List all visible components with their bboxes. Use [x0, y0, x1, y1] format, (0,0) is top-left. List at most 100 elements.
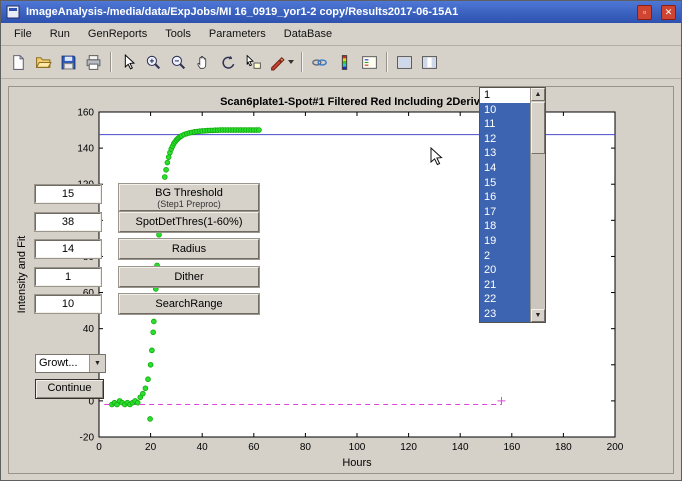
listbox-item-11[interactable]: 11	[480, 117, 530, 132]
window-icon	[6, 5, 20, 19]
svg-text:80: 80	[300, 442, 312, 453]
brush-icon	[269, 54, 286, 71]
svg-text:140: 140	[452, 442, 469, 453]
open-folder-icon	[35, 54, 52, 71]
svg-text:140: 140	[77, 144, 94, 155]
save-figure-button[interactable]	[56, 50, 81, 75]
listbox-item-1[interactable]: 1	[480, 88, 530, 103]
scrollbar-thumb[interactable]	[531, 102, 545, 154]
svg-text:0: 0	[96, 442, 102, 453]
print-figure-button[interactable]	[81, 50, 106, 75]
pointer-arrow-icon	[120, 54, 137, 71]
listbox-item-10[interactable]: 10	[480, 103, 530, 118]
zoom-in-icon	[145, 54, 162, 71]
listbox-item-14[interactable]: 14	[480, 161, 530, 176]
new-figure-button[interactable]	[6, 50, 31, 75]
svg-text:Hours: Hours	[342, 457, 372, 469]
title-bar[interactable]: ImageAnalysis-/media/data/ExpJobs/MI 16_…	[1, 1, 681, 23]
svg-text:Scan6plate1-Spot#1 Filtered Re: Scan6plate1-Spot#1 Filtered Red Includin…	[220, 96, 494, 108]
mouse-cursor	[430, 147, 444, 167]
listbox-item-18[interactable]: 18	[480, 219, 530, 234]
listbox-item-2[interactable]: 2	[480, 249, 530, 264]
continue-button[interactable]: Continue	[35, 379, 104, 399]
show-plot-tools-icon	[421, 54, 438, 71]
brush-dropdown-caret[interactable]	[288, 60, 294, 64]
spot-number-listbox[interactable]: 110111213141516171819220212223 ▲ ▼	[479, 87, 546, 323]
toolbar	[1, 46, 681, 79]
listbox-item-22[interactable]: 22	[480, 292, 530, 307]
listbox-item-17[interactable]: 17	[480, 205, 530, 220]
radius-button[interactable]: Radius	[119, 239, 259, 259]
menu-bar: FileRunGenReportsToolsParametersDataBase	[1, 23, 681, 46]
brush-data-button[interactable]	[266, 50, 297, 75]
hide-plot-tools-icon	[396, 54, 413, 71]
colorbar-icon	[336, 54, 353, 71]
hide-plot-tools-button[interactable]	[392, 50, 417, 75]
svg-text:20: 20	[145, 442, 157, 453]
menu-run[interactable]: Run	[41, 24, 79, 44]
insert-legend-button[interactable]	[357, 50, 382, 75]
rotate-3d-icon	[220, 54, 237, 71]
toolbar-separator	[110, 52, 112, 72]
menu-tools[interactable]: Tools	[156, 24, 200, 44]
svg-text:-20: -20	[80, 433, 95, 444]
listbox-item-16[interactable]: 16	[480, 190, 530, 205]
zoom-in-button[interactable]	[141, 50, 166, 75]
new-figure-icon	[10, 54, 27, 71]
scroll-down-button[interactable]: ▼	[531, 309, 545, 322]
pan-button[interactable]	[191, 50, 216, 75]
insert-colorbar-button[interactable]	[332, 50, 357, 75]
search-range-button[interactable]: SearchRange	[119, 294, 259, 314]
listbox-items: 110111213141516171819220212223	[480, 88, 530, 322]
printer-icon	[85, 54, 102, 71]
svg-text:160: 160	[503, 442, 520, 453]
spot-det-thres-field[interactable]: 38	[35, 213, 101, 231]
bg-threshold-button[interactable]: BG Threshold(Step1 Preproc)	[119, 184, 259, 211]
data-cursor-icon	[245, 54, 262, 71]
menu-database[interactable]: DataBase	[275, 24, 341, 44]
toolbar-separator	[386, 52, 388, 72]
svg-text:40: 40	[197, 442, 209, 453]
dither-button[interactable]: Dither	[119, 267, 259, 287]
menu-genreports[interactable]: GenReports	[79, 24, 156, 44]
plot-canvas[interactable]: 020406080100120140160180200-200204060801…	[9, 87, 673, 473]
close-button[interactable]: ✕	[661, 5, 676, 20]
listbox-scrollbar[interactable]: ▲ ▼	[530, 88, 545, 322]
listbox-item-23[interactable]: 23	[480, 307, 530, 322]
dither-field[interactable]: 1	[35, 268, 101, 286]
edit-plot-button[interactable]	[116, 50, 141, 75]
listbox-item-21[interactable]: 21	[480, 278, 530, 293]
show-plot-tools-button[interactable]	[417, 50, 442, 75]
data-cursor-button[interactable]	[241, 50, 266, 75]
zoom-out-button[interactable]	[166, 50, 191, 75]
svg-text:180: 180	[555, 442, 572, 453]
listbox-item-12[interactable]: 12	[480, 132, 530, 147]
menu-parameters[interactable]: Parameters	[200, 24, 275, 44]
listbox-item-15[interactable]: 15	[480, 176, 530, 191]
spot-det-thres-button[interactable]: SpotDetThres(1-60%)	[119, 212, 259, 232]
open-file-button[interactable]	[31, 50, 56, 75]
pan-hand-icon	[195, 54, 212, 71]
toolbar-separator	[301, 52, 303, 72]
svg-text:40: 40	[83, 324, 95, 335]
svg-text:Intensity and Fit: Intensity and Fit	[16, 236, 28, 314]
growth-dropdown-value: Growt...	[36, 355, 89, 372]
scroll-up-button[interactable]: ▲	[531, 88, 545, 101]
search-range-field[interactable]: 10	[35, 295, 101, 313]
figure-area: 020406080100120140160180200-200204060801…	[8, 86, 674, 474]
link-plot-button[interactable]	[307, 50, 332, 75]
growth-dropdown[interactable]: Growt... ▼	[35, 354, 106, 373]
rotate-3d-button[interactable]	[216, 50, 241, 75]
menu-file[interactable]: File	[5, 24, 41, 44]
listbox-item-19[interactable]: 19	[480, 234, 530, 249]
maximize-button[interactable]: ▫	[637, 5, 652, 20]
dropdown-arrow-icon[interactable]: ▼	[89, 355, 105, 372]
listbox-item-13[interactable]: 13	[480, 146, 530, 161]
bg-threshold-field[interactable]: 15	[35, 185, 101, 203]
app-window: ImageAnalysis-/media/data/ExpJobs/MI 16_…	[0, 0, 682, 481]
link-chain-icon	[311, 54, 328, 71]
svg-text:60: 60	[248, 442, 260, 453]
radius-field[interactable]: 14	[35, 240, 101, 258]
svg-text:160: 160	[77, 108, 94, 119]
listbox-item-20[interactable]: 20	[480, 263, 530, 278]
